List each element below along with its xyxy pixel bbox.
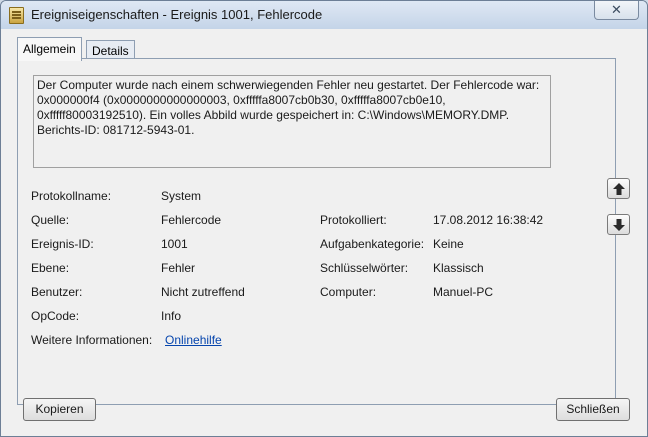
value-opcode: Info <box>161 309 182 323</box>
value-protokolliert: 17.08.2012 16:38:42 <box>433 213 544 227</box>
value-benutzer: Nicht zutreffend <box>161 285 245 299</box>
arrow-down-icon <box>613 219 625 231</box>
label-computer: Computer: <box>320 285 377 299</box>
window-title: Ereigniseigenschaften - Ereignis 1001, F… <box>31 7 323 22</box>
label-schluesselwoerter: Schlüsselwörter: <box>320 261 409 275</box>
dialog-content: Allgemein Details Der Computer wurde nac… <box>1 29 647 436</box>
tab-allgemein[interactable]: Allgemein <box>17 37 82 61</box>
value-ereignis-id: 1001 <box>161 237 188 251</box>
value-aufgabenkategorie: Keine <box>433 237 464 251</box>
close-button[interactable]: Schließen <box>556 398 630 421</box>
label-protokolliert: Protokolliert: <box>320 213 387 227</box>
arrow-up-icon <box>613 183 625 195</box>
label-protokollname: Protokollname: <box>31 189 112 203</box>
event-description[interactable]: Der Computer wurde nach einem schwerwieg… <box>33 75 551 168</box>
label-quelle: Quelle: <box>31 213 70 227</box>
title-bar[interactable]: Ereigniseigenschaften - Ereignis 1001, F… <box>1 1 647 29</box>
value-schluesselwoerter: Klassisch <box>433 261 484 275</box>
label-benutzer: Benutzer: <box>31 285 83 299</box>
label-aufgabenkategorie: Aufgabenkategorie: <box>320 237 425 251</box>
general-tab-panel: Der Computer wurde nach einem schwerwieg… <box>17 58 616 405</box>
event-properties-window: Ereigniseigenschaften - Ereignis 1001, F… <box>0 0 648 437</box>
copy-button[interactable]: Kopieren <box>23 398 96 421</box>
onlinehilfe-link[interactable]: Onlinehilfe <box>165 333 222 347</box>
window-close-button[interactable]: ✕ <box>594 1 639 20</box>
label-weitere-informationen: Weitere Informationen: <box>31 333 153 347</box>
value-computer: Manuel-PC <box>433 285 494 299</box>
event-viewer-icon <box>9 7 24 24</box>
next-event-button[interactable] <box>607 214 630 235</box>
previous-event-button[interactable] <box>607 178 630 199</box>
value-quelle: Fehlercode <box>161 213 222 227</box>
label-opcode: OpCode: <box>31 309 80 323</box>
label-ereignis-id: Ereignis-ID: <box>31 237 94 251</box>
value-protokollname: System <box>161 189 202 203</box>
label-ebene: Ebene: <box>31 261 70 275</box>
value-ebene: Fehler <box>161 261 196 275</box>
